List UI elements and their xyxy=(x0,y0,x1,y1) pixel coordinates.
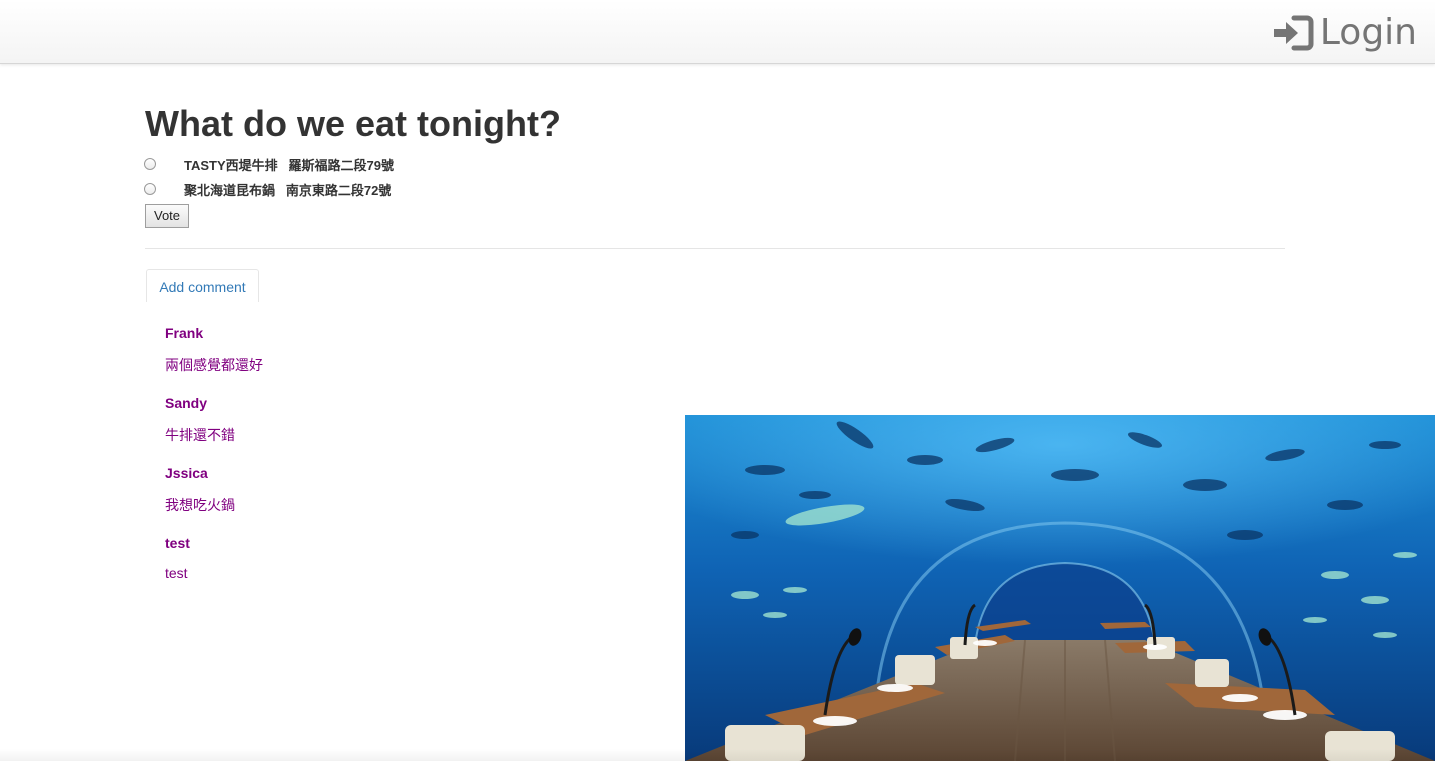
poll-option-1-label: TASTY西堤牛排 羅斯福路二段79號 xyxy=(184,157,394,173)
comment-author: Jssica xyxy=(165,465,208,481)
top-navbar: Login xyxy=(0,0,1435,64)
comment-text: 我想吃火鍋 xyxy=(165,497,235,513)
login-button[interactable]: Login xyxy=(1272,10,1417,56)
login-label: Login xyxy=(1319,12,1417,53)
comment-text: 牛排還不錯 xyxy=(165,427,235,443)
poll-option-2-radio[interactable] xyxy=(144,183,156,195)
divider xyxy=(145,248,1285,249)
sign-in-icon xyxy=(1273,15,1314,51)
vote-button[interactable]: Vote xyxy=(145,204,189,228)
poll-option-1-radio[interactable] xyxy=(144,158,156,170)
comment-author: Sandy xyxy=(165,395,208,411)
page-title: What do we eat tonight? xyxy=(145,103,561,144)
poll-option-2[interactable]: 聚北海道昆布鍋 南京東路二段72號 xyxy=(144,180,391,198)
comment-author: Frank xyxy=(165,325,204,341)
comment-text: 兩個感覺都還好 xyxy=(165,357,263,373)
bottom-shadow xyxy=(0,749,1435,761)
tab-add-comment[interactable]: Add comment xyxy=(146,269,259,302)
underwater-restaurant-photo xyxy=(685,415,1435,761)
poll-option-1[interactable]: TASTY西堤牛排 羅斯福路二段79號 xyxy=(144,155,394,173)
comment-text: test xyxy=(165,565,188,581)
poll-option-2-label: 聚北海道昆布鍋 南京東路二段72號 xyxy=(184,182,392,198)
comment-author: test xyxy=(165,535,190,551)
